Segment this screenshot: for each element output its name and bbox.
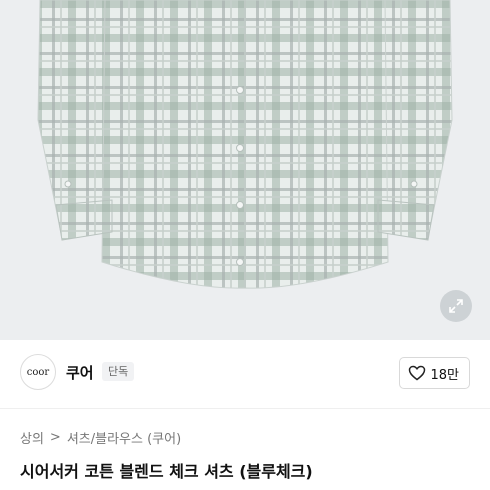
like-count: 18만 <box>430 367 459 383</box>
breadcrumb-category-sub[interactable]: 셔츠/블라우스 (쿠어) <box>67 428 181 447</box>
brand-logo[interactable]: coor <box>20 354 56 390</box>
breadcrumb-category-top[interactable]: 상의 <box>20 428 44 447</box>
exclusive-badge: 단독 <box>102 362 135 381</box>
product-title: 시어서커 코튼 블렌드 체크 셔츠 (블루체크) <box>20 462 313 481</box>
brand-row: coor 쿠어 단독 18만 <box>0 340 490 409</box>
breadcrumb-separator: > <box>49 430 61 445</box>
brand-logo-text: coor <box>26 366 50 378</box>
like-button[interactable]: 18만 <box>399 357 470 389</box>
brand-name[interactable]: 쿠어 <box>66 362 94 383</box>
zoom-button[interactable] <box>440 290 472 322</box>
breadcrumb: 상의 > 셔츠/블라우스 (쿠어) <box>20 428 181 447</box>
product-image-area[interactable] <box>0 0 490 340</box>
product-shirt-image <box>37 0 453 289</box>
expand-arrows-icon <box>449 299 463 313</box>
heart-outline-icon <box>409 365 426 381</box>
